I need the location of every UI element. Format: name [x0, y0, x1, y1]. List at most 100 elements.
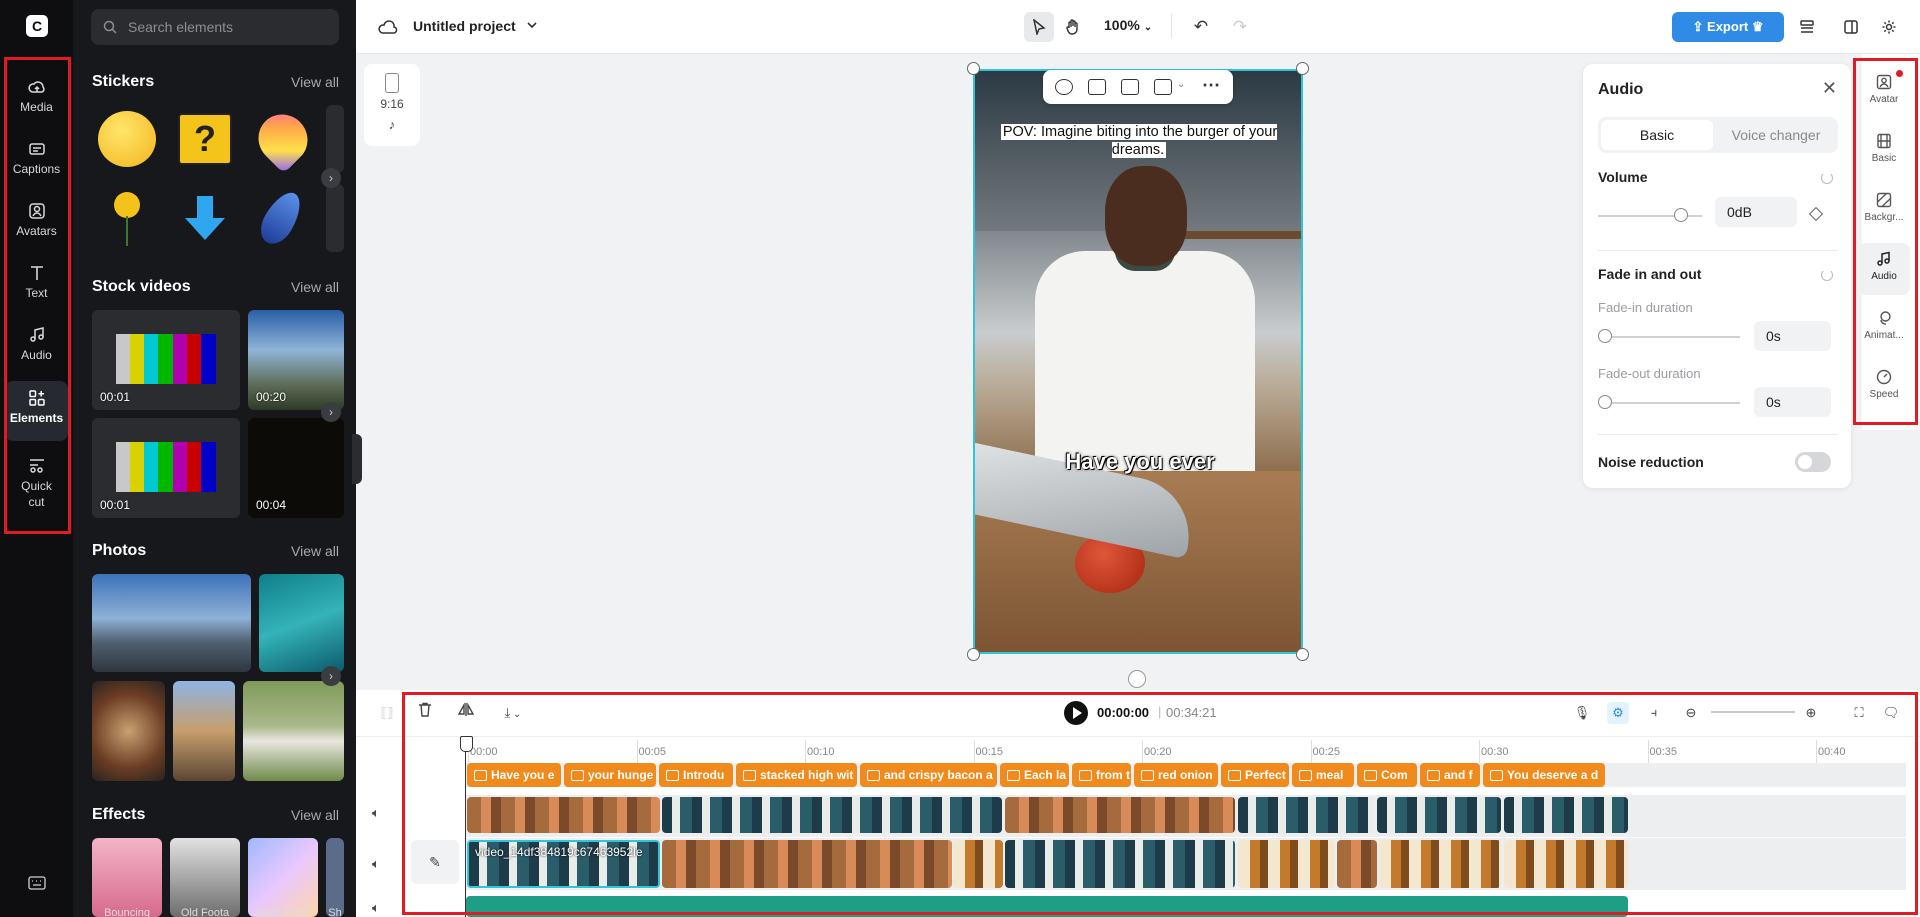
resize-handle-top-left[interactable]	[967, 62, 980, 75]
sticker-partial[interactable]	[326, 105, 344, 173]
video-preview[interactable]: POV: Imagine biting into the burger of y…	[973, 69, 1303, 654]
replace-icon[interactable]	[1154, 79, 1172, 95]
stickers-next-button[interactable]: ›	[321, 168, 341, 188]
zoom-level: 100%	[1104, 17, 1140, 33]
photo-city-skyline[interactable]	[92, 574, 251, 672]
keyframe-icon[interactable]	[1808, 206, 1824, 222]
layers-icon	[1800, 20, 1814, 33]
view-all-stock-videos-link[interactable]: View all	[291, 279, 339, 295]
reset-fade-icon[interactable]	[1821, 269, 1833, 281]
aspect-ratio-label: 9:16	[380, 97, 404, 111]
crop-icon[interactable]	[1121, 79, 1139, 95]
cursor-icon	[1032, 18, 1046, 37]
gear-icon	[1882, 20, 1896, 34]
undo-button[interactable]: ↶	[1186, 12, 1216, 42]
more-options-icon[interactable]: ⋯	[1202, 75, 1220, 96]
split-range-icon[interactable]: ⟦⟧	[376, 702, 398, 724]
tiktok-icon: ♪	[388, 117, 396, 132]
noise-reduction-label: Noise reduction	[1598, 454, 1704, 470]
close-icon[interactable]: ✕	[1822, 78, 1837, 99]
effect-partial[interactable]: Sh	[326, 838, 344, 917]
caption-top-text[interactable]: POV: Imagine biting into the burger of y…	[999, 123, 1279, 159]
search-input[interactable]: Search elements	[91, 9, 339, 45]
caption-bottom-text[interactable]: Have you ever	[975, 449, 1301, 475]
stock-video-gold-particles[interactable]: 00:04	[248, 418, 344, 518]
chevron-down-icon[interactable]: ⌄	[1177, 79, 1185, 90]
stock-video-mountains[interactable]: 00:20	[248, 310, 344, 410]
section-title-photos: Photos	[92, 542, 147, 559]
stock-video-color-bars[interactable]: 00:01	[92, 310, 240, 410]
photo-tacos[interactable]	[92, 681, 165, 781]
sticker-rainbow-heart[interactable]	[248, 105, 318, 173]
divider	[1598, 434, 1838, 435]
sticker-yellow-rose[interactable]	[92, 184, 162, 252]
export-button[interactable]: ⇪ Export ♛	[1672, 12, 1784, 42]
effect-bouncing[interactable]: Bouncing	[92, 838, 162, 917]
tab-basic[interactable]: Basic	[1601, 120, 1713, 150]
settings-button[interactable]	[1874, 12, 1904, 42]
fade-in-slider-knob[interactable]	[1598, 329, 1612, 343]
resize-handle-top-right[interactable]	[1296, 62, 1309, 75]
sticker-down-arrow[interactable]	[170, 184, 240, 252]
avatar-swap-icon[interactable]	[1055, 79, 1073, 95]
photo-dog[interactable]	[243, 681, 344, 781]
reset-volume-icon[interactable]	[1821, 172, 1833, 184]
rotate-handle[interactable]	[1128, 670, 1146, 688]
sticker-blue-leaf[interactable]	[248, 184, 318, 252]
video-duration: 00:01	[100, 390, 131, 404]
volume-value-input[interactable]: 0dB	[1715, 197, 1797, 227]
fade-out-slider[interactable]	[1598, 402, 1740, 404]
section-title-effects: Effects	[92, 806, 146, 823]
photos-next-button[interactable]: ›	[321, 666, 341, 686]
cloud-icon[interactable]	[378, 18, 398, 36]
noise-reduction-toggle[interactable]	[1795, 452, 1831, 472]
resize-handle-bottom-right[interactable]	[1296, 648, 1309, 661]
select-tool-button[interactable]	[1024, 12, 1054, 42]
speaker-icon[interactable]: 🔈︎	[372, 805, 388, 821]
sticker-thumbs-up-emoji[interactable]	[92, 105, 162, 173]
keyboard-icon[interactable]	[28, 876, 46, 890]
volume-slider-knob[interactable]	[1674, 208, 1689, 222]
view-all-stickers-link[interactable]: View all	[291, 74, 339, 90]
photo-sea[interactable]	[259, 574, 344, 672]
fade-in-value-input[interactable]: 0s	[1754, 321, 1831, 351]
fade-out-value-input[interactable]: 0s	[1754, 387, 1831, 417]
fade-out-label: Fade-out duration	[1598, 366, 1701, 381]
chevron-down-icon[interactable]	[527, 22, 537, 30]
fade-in-slider[interactable]	[1598, 336, 1740, 338]
zoom-level-dropdown[interactable]: 100% ⌄	[1104, 17, 1152, 33]
resize-handle-bottom-left[interactable]	[967, 648, 980, 661]
redo-button[interactable]: ↷	[1225, 12, 1255, 42]
effect-neon-flash[interactable]: Neon Flash	[248, 838, 318, 917]
chevron-down-icon: ⌄	[1143, 22, 1153, 33]
timeline-highlight	[402, 692, 1918, 915]
stock-video-color-bars-2[interactable]: 00:01	[92, 418, 240, 518]
view-all-photos-link[interactable]: View all	[291, 543, 339, 559]
effect-label: Sh	[328, 907, 342, 917]
sticker-question-block[interactable]: ?	[170, 105, 240, 173]
layers-button[interactable]	[1792, 12, 1822, 42]
project-title[interactable]: Untitled project	[413, 18, 516, 34]
elements-library-panel: Search elements Stickers View all ? › St…	[73, 0, 356, 917]
split-view-button[interactable]	[1836, 12, 1866, 42]
photo-street[interactable]	[173, 681, 235, 781]
redo-icon: ↷	[1232, 17, 1248, 36]
divider	[1598, 250, 1838, 251]
speaker-icon[interactable]: 🔈︎	[372, 900, 388, 916]
video-duration: 00:04	[256, 498, 287, 512]
sticker-partial[interactable]	[326, 184, 344, 252]
panel-icon	[1844, 20, 1858, 34]
hand-tool-button[interactable]	[1058, 12, 1088, 42]
view-all-effects-link[interactable]: View all	[291, 807, 339, 823]
effect-old-footage[interactable]: Old Foota	[170, 838, 240, 917]
tab-voice-changer[interactable]: Voice changer	[1716, 120, 1836, 150]
speaker-icon[interactable]: 🔈︎	[372, 856, 388, 872]
add-image-icon[interactable]	[1088, 79, 1106, 95]
fade-out-slider-knob[interactable]	[1598, 395, 1612, 409]
app-logo[interactable]: C	[26, 15, 48, 37]
panel-collapse-handle[interactable]	[352, 434, 362, 484]
search-icon	[103, 20, 117, 34]
aspect-ratio-card[interactable]: 9:16 ♪	[364, 64, 420, 146]
stock-videos-next-button[interactable]: ›	[321, 402, 341, 422]
audio-properties-panel: Audio ✕ Basic Voice changer Volume 0dB F…	[1583, 64, 1851, 488]
